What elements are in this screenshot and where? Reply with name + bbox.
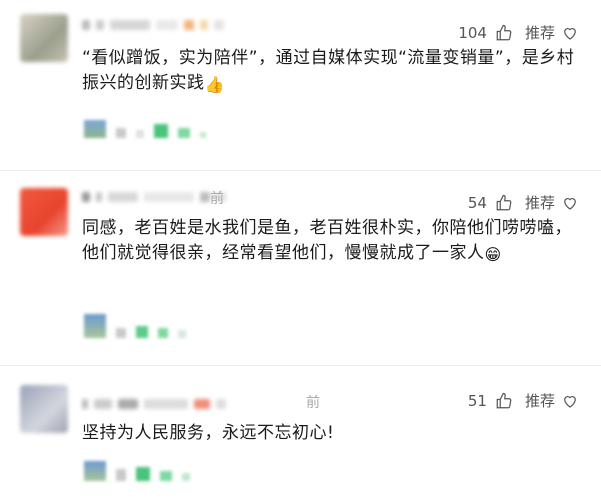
recommend-label[interactable]: 推荐 xyxy=(525,390,555,411)
avatar[interactable] xyxy=(20,14,68,62)
comment-actions: 54 推荐 xyxy=(468,192,579,213)
thumbs-up-icon[interactable] xyxy=(495,392,513,410)
heart-icon[interactable] xyxy=(561,194,579,212)
replies-preview-blurred[interactable] xyxy=(84,314,186,338)
comment-body: “看似蹭饭，实为陪伴”，通过自媒体实现“流量变销量”，是乡村振兴的创新实践 xyxy=(82,48,575,93)
recommend-label[interactable]: 推荐 xyxy=(525,192,555,213)
username-blurred[interactable] xyxy=(82,192,226,204)
replies-preview-blurred[interactable] xyxy=(84,461,190,481)
avatar[interactable] xyxy=(20,188,68,236)
username-blurred[interactable] xyxy=(82,399,226,411)
timestamp-fragment: 前 xyxy=(306,395,320,411)
thumbs-up-icon[interactable] xyxy=(495,24,513,42)
grin-emoji: 😁 xyxy=(484,245,502,264)
username-blurred[interactable] xyxy=(82,20,224,32)
like-count: 104 xyxy=(458,23,487,42)
comment-text: “看似蹭饭，实为陪伴”，通过自媒体实现“流量变销量”，是乡村振兴的创新实践👍 xyxy=(82,46,588,97)
heart-icon[interactable] xyxy=(561,392,579,410)
timestamp-fragment: 前 xyxy=(210,191,224,207)
comment-body: 坚持为人民服务，永远不忘初心! xyxy=(82,423,335,443)
comment-text: 坚持为人民服务，永远不忘初心! xyxy=(82,421,588,446)
like-count: 51 xyxy=(467,391,487,410)
comment-item: 104 推荐 “看似蹭饭，实为陪伴”，通过自媒体实现“流量变销量”，是乡村振兴的… xyxy=(0,0,601,160)
comment-item: 前 54 推荐 同感，老百姓是水我们是鱼，老百姓很朴实，你陪他们唠唠嗑，他们就觉… xyxy=(0,170,601,360)
comment-actions: 104 推荐 xyxy=(458,22,579,43)
thumbs-up-emoji: 👍 xyxy=(204,75,225,94)
heart-icon[interactable] xyxy=(561,24,579,42)
thumbs-up-icon[interactable] xyxy=(495,194,513,212)
avatar[interactable] xyxy=(20,385,68,433)
comment-text: 同感，老百姓是水我们是鱼，老百姓很朴实，你陪他们唠唠嗑，他们就觉得很亲，经常看望… xyxy=(82,216,588,267)
recommend-label[interactable]: 推荐 xyxy=(525,22,555,43)
comment-item: 前 51 推荐 坚持为人民服务，永远不忘初心! xyxy=(0,365,601,500)
comment-actions: 51 推荐 xyxy=(468,390,579,411)
replies-preview-blurred[interactable] xyxy=(84,118,206,138)
like-count: 54 xyxy=(467,193,487,212)
